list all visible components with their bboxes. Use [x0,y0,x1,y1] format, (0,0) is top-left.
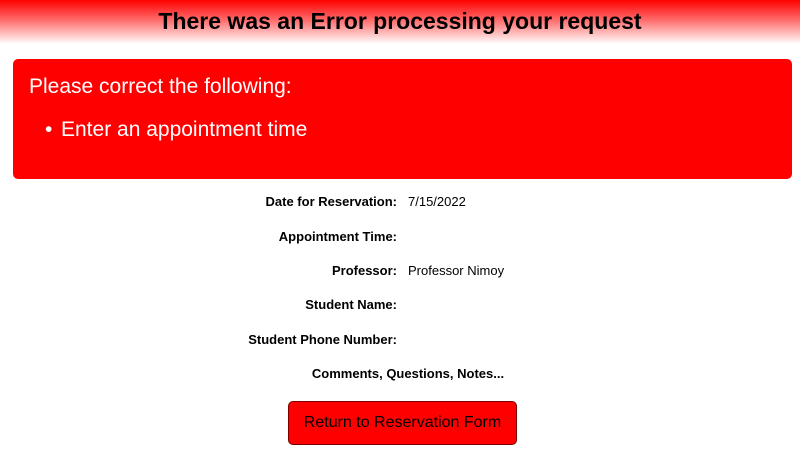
bullet-icon: • [45,118,53,141]
student-phone-label: Student Phone Number: [248,332,397,347]
return-to-form-button[interactable]: Return to Reservation Form [288,401,517,445]
error-item-text: Enter an appointment time [61,118,308,141]
error-heading: Please correct the following: [29,75,292,98]
comments-label: Comments, Questions, Notes... [311,366,505,381]
error-item: • Enter an appointment time [45,118,307,142]
row-appointment-time: Appointment Time: [0,229,800,249]
date-value: 7/15/2022 [408,194,466,209]
row-student-name: Student Name: [0,297,800,317]
error-page: There was an Error processing your reque… [0,0,800,459]
professor-value: Professor Nimoy [408,263,505,278]
student-name-label: Student Name: [305,297,397,312]
row-professor: Professor: Professor Nimoy [0,263,800,283]
error-list: • Enter an appointment time [45,118,307,142]
row-student-phone: Student Phone Number: [0,332,800,352]
row-date: Date for Reservation: 7/15/2022 [0,194,800,214]
appointment-time-label: Appointment Time: [278,229,397,244]
error-message-box: Please correct the following: • Enter an … [13,59,792,179]
professor-label: Professor: [331,263,397,278]
date-label: Date for Reservation: [265,194,397,209]
page-title: There was an Error processing your reque… [158,8,642,34]
header-bar: There was an Error processing your reque… [0,0,800,44]
